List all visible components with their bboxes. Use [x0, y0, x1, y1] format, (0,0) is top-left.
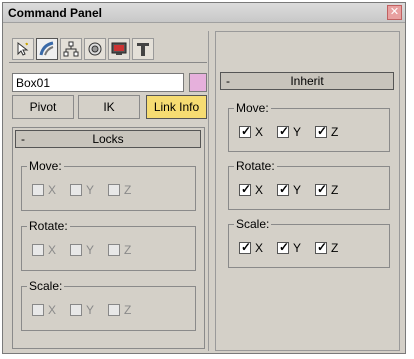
locks-scale-label: Scale:: [27, 279, 65, 293]
locks-scale-group: Scale: X Y Z: [21, 279, 196, 331]
locks-move-label: Move:: [27, 159, 64, 173]
tab-motion[interactable]: [84, 38, 106, 60]
utilities-icon: [137, 43, 149, 56]
locks-rollout: - Locks Move: X Y Z Rotate: X Y Z Scale:…: [12, 127, 205, 349]
inherit-rotate-z-checkbox[interactable]: Z: [315, 182, 338, 197]
command-panel-tabs: [12, 38, 156, 62]
inherit-move-x-checkbox[interactable]: X: [239, 124, 263, 139]
ik-button[interactable]: IK: [78, 95, 140, 119]
tab-hierarchy[interactable]: [60, 38, 82, 60]
window-title: Command Panel: [8, 6, 103, 20]
inherit-title: Inherit: [290, 74, 324, 88]
locks-scale-x-checkbox[interactable]: X: [32, 303, 56, 317]
motion-icon: [88, 42, 102, 56]
modify-icon: [39, 41, 54, 56]
tab-create[interactable]: [12, 38, 34, 60]
inherit-rotate-group: Rotate: X Y Z: [228, 159, 390, 210]
inherit-rotate-y-checkbox[interactable]: Y: [277, 182, 301, 197]
inherit-move-label: Move:: [234, 101, 271, 115]
inherit-move-y-checkbox[interactable]: Y: [277, 124, 301, 139]
command-panel-window: Command Panel ✕ Box01 Pivot IK Link Info…: [2, 2, 406, 354]
tabs-divider: [9, 62, 207, 63]
locks-rotate-z-checkbox[interactable]: Z: [108, 243, 131, 257]
locks-rotate-group: Rotate: X Y Z: [21, 219, 196, 271]
right-column: - Inherit Move: X Y Z Rotate: X Y Z Scal…: [215, 31, 400, 351]
title-bar: Command Panel ✕: [3, 3, 405, 23]
left-column: Pivot IK Link Info - Locks Move: X Y Z R…: [6, 31, 207, 349]
inherit-scale-y-checkbox[interactable]: Y: [277, 240, 301, 255]
locks-move-z-checkbox[interactable]: Z: [108, 183, 131, 197]
locks-move-y-checkbox[interactable]: Y: [70, 183, 94, 197]
inherit-scale-z-checkbox[interactable]: Z: [315, 240, 338, 255]
inherit-scale-group: Scale: X Y Z: [228, 217, 390, 268]
locks-rotate-y-checkbox[interactable]: Y: [70, 243, 94, 257]
locks-scale-y-checkbox[interactable]: Y: [70, 303, 94, 317]
inherit-scale-label: Scale:: [234, 217, 272, 231]
collapse-icon: -: [21, 132, 25, 146]
inherit-rotate-label: Rotate:: [234, 159, 277, 173]
inherit-rollout-header[interactable]: - Inherit: [220, 72, 394, 90]
locks-title: Locks: [92, 132, 124, 146]
object-name-field[interactable]: [12, 73, 184, 92]
locks-rotate-x-checkbox[interactable]: X: [32, 243, 56, 257]
close-icon: ✕: [389, 6, 400, 18]
inherit-rotate-x-checkbox[interactable]: X: [239, 182, 263, 197]
link-info-button[interactable]: Link Info: [146, 95, 207, 119]
locks-scale-z-checkbox[interactable]: Z: [108, 303, 131, 317]
locks-move-x-checkbox[interactable]: X: [32, 183, 56, 197]
column-divider: [208, 31, 209, 351]
inherit-move-group: Move: X Y Z: [228, 101, 390, 152]
pivot-button[interactable]: Pivot: [12, 95, 74, 119]
close-button[interactable]: ✕: [387, 5, 402, 20]
tab-modify[interactable]: [36, 38, 58, 60]
tab-display[interactable]: [108, 38, 130, 60]
display-icon: [111, 42, 127, 55]
collapse-icon: -: [226, 74, 230, 88]
object-color-swatch[interactable]: [189, 73, 207, 92]
inherit-move-z-checkbox[interactable]: Z: [315, 124, 338, 139]
locks-move-group: Move: X Y Z: [21, 159, 196, 211]
locks-rotate-label: Rotate:: [27, 219, 70, 233]
hierarchy-icon: [63, 41, 79, 57]
create-icon: [17, 41, 29, 56]
inherit-scale-x-checkbox[interactable]: X: [239, 240, 263, 255]
locks-rollout-header[interactable]: - Locks: [15, 130, 201, 148]
tab-utilities[interactable]: [132, 38, 154, 60]
